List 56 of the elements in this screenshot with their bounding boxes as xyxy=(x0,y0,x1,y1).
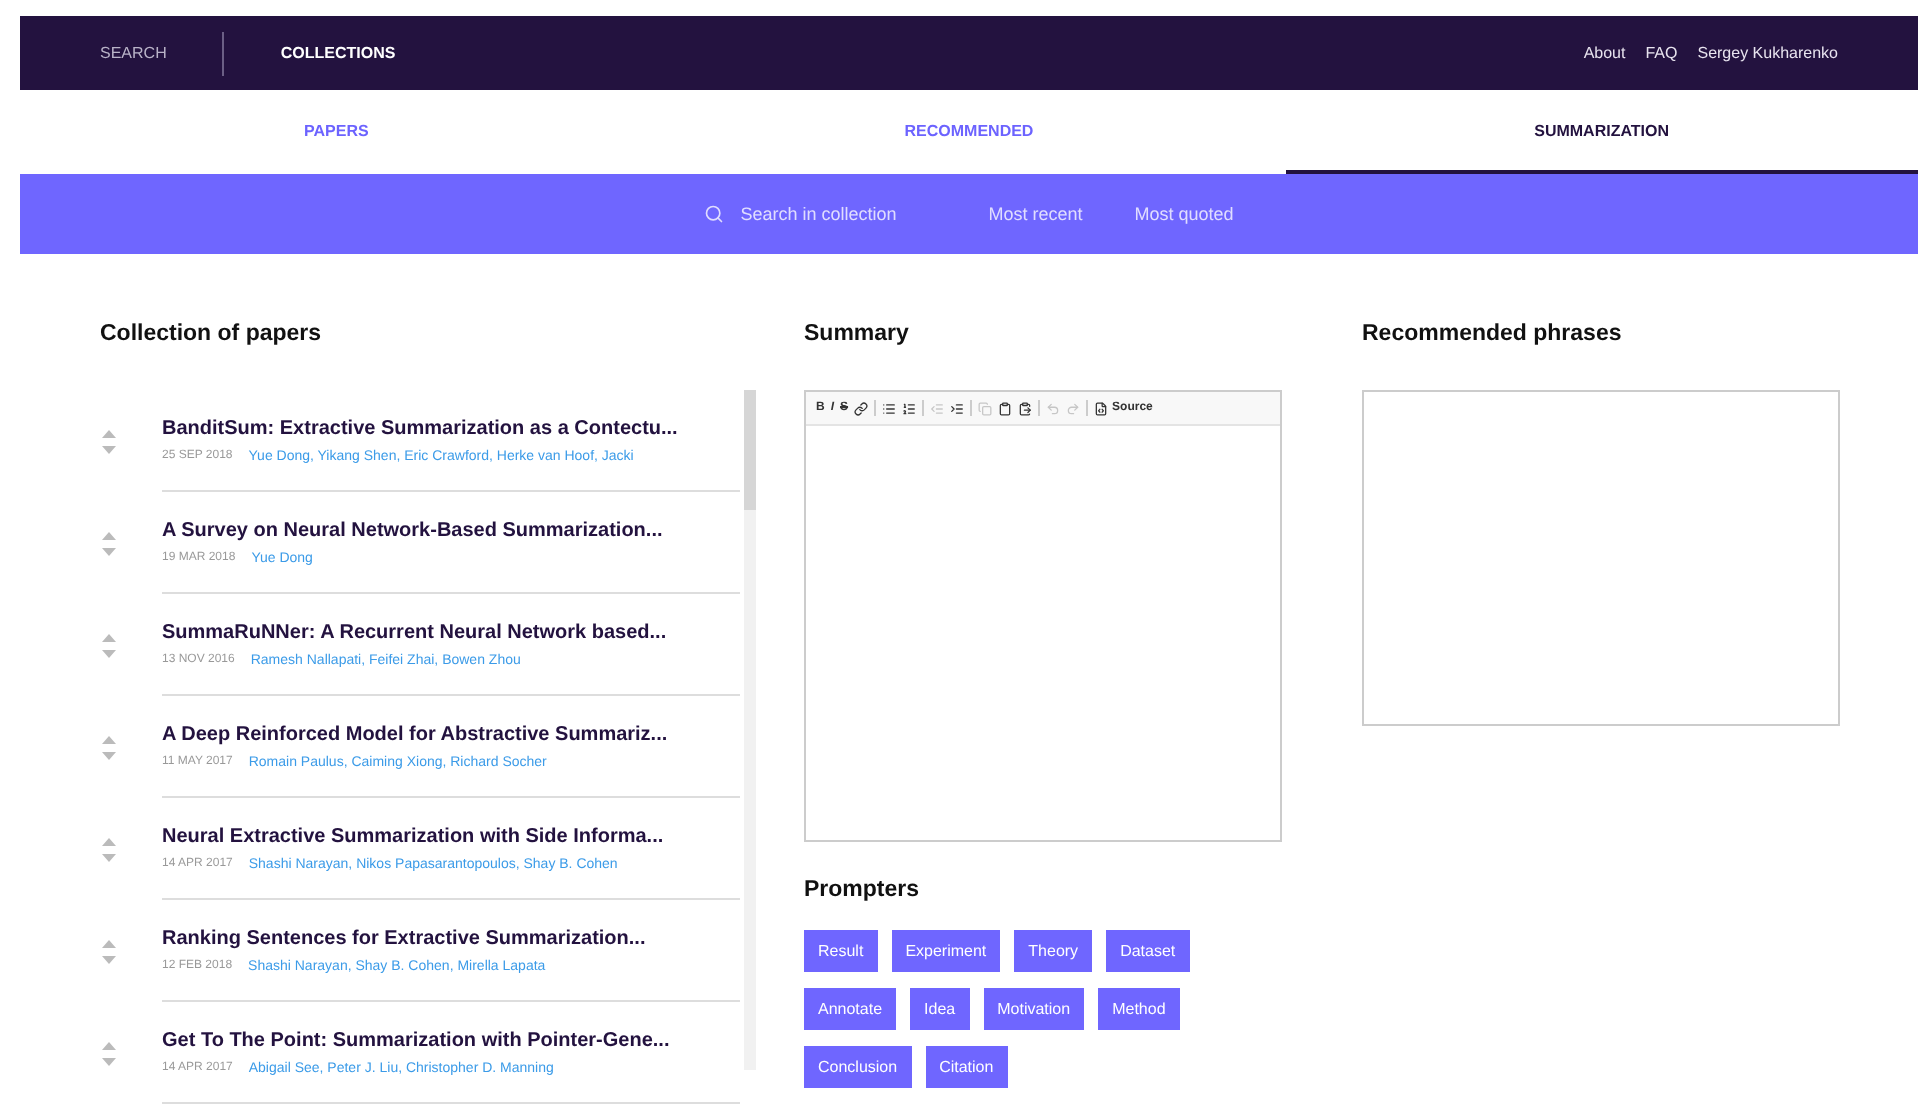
vote-arrows-icon[interactable] xyxy=(100,529,118,557)
search-field[interactable]: Search in collection xyxy=(704,202,937,226)
clipboard-icon xyxy=(1018,401,1033,415)
vote-arrows-icon[interactable] xyxy=(100,937,118,965)
scrollbar[interactable] xyxy=(744,390,756,1070)
paper-title-link[interactable]: Ranking Sentences for Extractive Summarization... xyxy=(162,927,740,949)
nav-link[interactable]: FAQ xyxy=(1645,44,1678,62)
bulleted-list-button[interactable] xyxy=(882,401,897,415)
paper-title-link[interactable]: Neural Extractive Summarization with Side Informa... xyxy=(162,825,740,847)
section-heading: Recommended phrases xyxy=(1362,322,1624,346)
sort-link[interactable]: Most quoted xyxy=(1134,204,1234,224)
prompter-tag[interactable]: Motivation xyxy=(983,988,1085,1030)
prompter-tag[interactable]: Citation xyxy=(925,1046,1008,1088)
paper-title-link[interactable]: BanditSum: Extractive Summarization as a Contectu... xyxy=(162,417,740,439)
paper-title-link[interactable]: A Deep Reinforced Model for Abstractive Summariz... xyxy=(162,723,740,745)
numbered-list-icon xyxy=(902,401,917,415)
prompter-tag[interactable]: Dataset xyxy=(1106,930,1190,972)
phrases-box[interactable] xyxy=(1362,390,1840,726)
prompter-tag[interactable]: Theory xyxy=(1014,930,1093,972)
paper-title-link[interactable]: A Survey on Neural Network-Based Summarization... xyxy=(162,519,740,541)
prompter-tag[interactable]: Conclusion xyxy=(804,1046,912,1088)
paste-button[interactable] xyxy=(998,401,1013,415)
nav-link[interactable]: About xyxy=(1583,44,1626,62)
indent-icon xyxy=(950,401,965,415)
vote-arrows-icon[interactable] xyxy=(100,835,118,863)
nav-link[interactable]: COLLECTIONS xyxy=(280,44,452,62)
prompter-tag[interactable]: Method xyxy=(1098,988,1180,1030)
link-button[interactable] xyxy=(854,401,869,415)
vote-arrows-icon[interactable] xyxy=(100,1039,118,1067)
paper-title-link[interactable]: SummaRuNNer: A Recurrent Neural Network based... xyxy=(162,621,740,643)
vote-arrows-icon[interactable] xyxy=(100,427,118,455)
prompter-tag[interactable]: Annotate xyxy=(804,988,897,1030)
prompter-tag[interactable]: Experiment xyxy=(891,930,1001,972)
paper-title-link[interactable]: Get To The Point: Summarization with Pointer-Gene... xyxy=(162,1029,740,1051)
bulleted-list-icon xyxy=(882,401,897,415)
numbered-list-button[interactable] xyxy=(902,401,917,415)
vote-arrows-icon[interactable] xyxy=(100,733,118,761)
link-icon xyxy=(854,401,869,415)
nav-link[interactable]: SEARCH xyxy=(100,44,223,62)
redo-icon xyxy=(1066,401,1081,415)
outdent-icon xyxy=(930,401,945,415)
search-icon xyxy=(704,204,725,224)
vote-arrows-icon[interactable] xyxy=(100,631,118,659)
undo-icon xyxy=(1046,401,1061,415)
section-heading: Collection of papers xyxy=(100,322,324,346)
prompter-tag[interactable]: Result xyxy=(804,930,878,972)
copy-icon xyxy=(978,401,993,415)
clipboard-icon xyxy=(998,401,1013,415)
sort-link[interactable]: Most recent xyxy=(988,204,1083,224)
indent-button[interactable] xyxy=(950,401,965,415)
paste-text-button[interactable] xyxy=(1018,401,1033,415)
prompter-tag[interactable]: Idea xyxy=(910,988,970,1030)
section-heading: Summary xyxy=(804,322,911,346)
section-heading: Prompters xyxy=(804,878,922,902)
code-file-icon xyxy=(1094,401,1109,415)
user-name-link[interactable]: Sergey Kukharenko xyxy=(1697,44,1838,62)
